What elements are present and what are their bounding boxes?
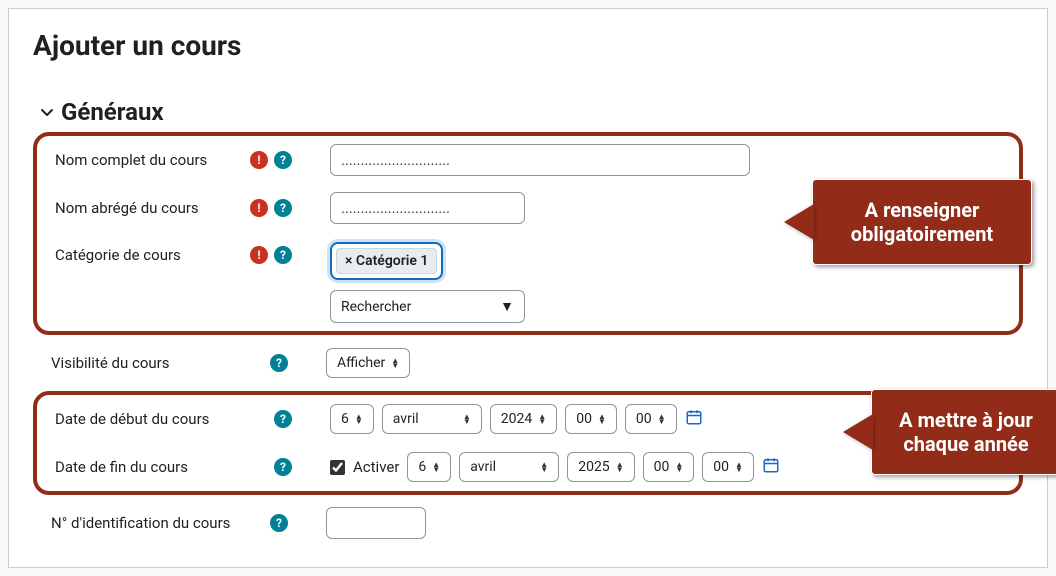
updown-icon: ▲▼ (355, 414, 363, 424)
idnumber-row: N° d'identification du cours ? (33, 499, 1023, 547)
updown-icon: ▲▼ (735, 462, 743, 472)
visibility-label: Visibilité du cours (51, 354, 169, 372)
updown-icon: ▲▼ (616, 462, 624, 472)
help-icon[interactable]: ? (274, 410, 292, 428)
enddate-hour[interactable]: 00▲▼ (643, 452, 695, 482)
dropdown-icon: ▼ (500, 298, 514, 315)
startdate-year[interactable]: 2024▲▼ (490, 404, 557, 434)
category-label: Catégorie de cours (55, 246, 181, 264)
callout-mandatory: A renseigner obligatoirement (812, 179, 1032, 265)
updown-icon: ▲▼ (391, 358, 399, 368)
visibility-select[interactable]: Afficher ▲▼ (326, 348, 410, 378)
chevron-down-icon (39, 104, 55, 120)
updown-icon: ▲▼ (675, 462, 683, 472)
enddate-enable-label: Activer (353, 458, 399, 476)
startdate-minute[interactable]: 00▲▼ (625, 404, 677, 434)
enddate-month[interactable]: avril▲▼ (459, 452, 559, 482)
callout-yearly-wrapper: A mettre à jour chaque année (843, 389, 1056, 475)
updown-icon: ▲▼ (538, 414, 546, 424)
category-chip[interactable]: × Catégorie 1 (336, 248, 437, 274)
enddate-enable-checkbox[interactable] (330, 460, 345, 475)
callout-yearly: A mettre à jour chaque année (871, 389, 1056, 475)
section-header[interactable]: Généraux (39, 98, 1023, 126)
help-icon[interactable]: ? (270, 354, 288, 372)
startdate-label: Date de début du cours (55, 410, 209, 428)
required-icon: ! (250, 246, 268, 264)
page-title: Ajouter un cours (33, 29, 1023, 62)
updown-icon: ▲▼ (540, 462, 548, 472)
shortname-label: Nom abrégé du cours (55, 199, 199, 217)
enddate-minute[interactable]: 00▲▼ (702, 452, 754, 482)
shortname-input[interactable] (330, 192, 525, 224)
visibility-value: Afficher (337, 355, 385, 371)
idnumber-label: N° d'identification du cours (51, 514, 230, 532)
calendar-icon[interactable] (685, 408, 703, 431)
startdate-day[interactable]: 6▲▼ (330, 404, 374, 434)
callout-mandatory-wrapper: A renseigner obligatoirement (784, 179, 1032, 265)
enddate-day[interactable]: 6▲▼ (407, 452, 451, 482)
category-search[interactable]: Rechercher ▼ (330, 290, 525, 323)
arrow-left-icon (843, 414, 873, 450)
startdate-hour[interactable]: 00▲▼ (565, 404, 617, 434)
help-icon[interactable]: ? (270, 514, 288, 532)
required-icon: ! (250, 199, 268, 217)
required-icon: ! (250, 151, 268, 169)
updown-icon: ▲▼ (432, 462, 440, 472)
enddate-year[interactable]: 2025▲▼ (567, 452, 634, 482)
calendar-icon[interactable] (762, 456, 780, 479)
help-icon[interactable]: ? (274, 151, 292, 169)
page-container: Ajouter un cours Généraux Nom complet du… (8, 8, 1048, 568)
fullname-label: Nom complet du cours (55, 151, 207, 169)
visibility-row: Visibilité du cours ? Afficher ▲▼ (33, 339, 1023, 387)
startdate-month[interactable]: avril▲▼ (382, 404, 482, 434)
help-icon[interactable]: ? (274, 199, 292, 217)
updown-icon: ▲▼ (658, 414, 666, 424)
help-icon[interactable]: ? (274, 458, 292, 476)
idnumber-input[interactable] (326, 507, 426, 539)
updown-icon: ▲▼ (463, 414, 471, 424)
fullname-input[interactable] (330, 144, 750, 176)
category-selected-region[interactable]: × Catégorie 1 (330, 242, 443, 280)
fullname-row: Nom complet du cours ! ? (37, 136, 1019, 184)
enddate-label: Date de fin du cours (55, 458, 188, 476)
updown-icon: ▲▼ (598, 414, 606, 424)
arrow-left-icon (784, 204, 814, 240)
help-icon[interactable]: ? (274, 246, 292, 264)
category-search-placeholder: Rechercher (341, 299, 411, 315)
section-title: Généraux (61, 98, 164, 126)
